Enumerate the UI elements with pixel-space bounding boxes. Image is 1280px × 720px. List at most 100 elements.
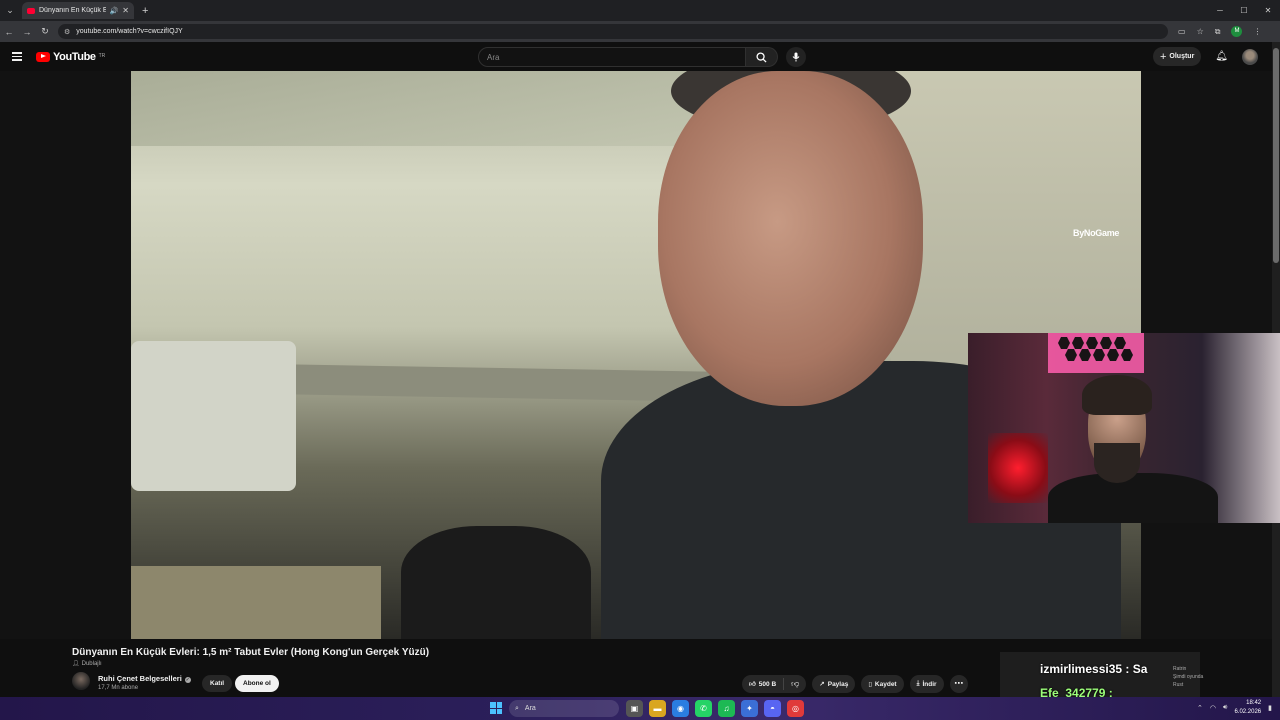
address-url: youtube.com/watch?v=cwczifIQJY — [76, 28, 183, 35]
spotify-icon[interactable]: ♫ — [718, 700, 735, 717]
account-avatar[interactable] — [1242, 48, 1258, 65]
streamer-shirt — [1048, 473, 1218, 523]
stream-watermark: ByNoGame — [1073, 228, 1120, 238]
volume-icon[interactable]: 🔊︎ — [1223, 704, 1227, 712]
system-tray: ⌃ ◠ 🔊︎ 18:42 6.02.2026 ▮ — [1197, 699, 1272, 717]
video-title: Dünyanın En Küçük Evleri: 1,5 m² Tabut E… — [72, 647, 430, 658]
bookmark-star-icon[interactable]: ☆ — [1197, 27, 1204, 36]
dubbed-badge-label: Dublajlı — [81, 660, 102, 667]
scrollbar-thumb[interactable] — [1273, 48, 1279, 263]
chat-message: izmirlimessi35 : Sa — [1040, 662, 1148, 676]
youtube-logo-text: YouTube — [53, 50, 96, 63]
taskbar-apps: ▣ ▬ ◉ ✆ ♫ ✦ ◓ ◎ — [626, 700, 804, 717]
tab-audio-icon[interactable]: 🔊 — [110, 7, 119, 15]
minimize-button[interactable]: ─ — [1208, 0, 1232, 21]
thumbs-down-icon: 👎︎ — [791, 679, 800, 688]
chat-side-line: Ratrin — [1173, 666, 1187, 672]
whatsapp-icon[interactable]: ✆ — [695, 700, 712, 717]
like-button[interactable]: 👍︎ 500 B — [742, 678, 785, 690]
app-icon[interactable]: ◎ — [787, 700, 804, 717]
taskbar-clock[interactable]: 18:42 6.02.2026 — [1234, 699, 1261, 717]
video-actions: 👍︎ 500 B 👎︎ ↗ Paylaş ▯ Kaydet ⤓ İndir ⋯ — [742, 675, 968, 693]
file-explorer-icon[interactable]: ▬ — [649, 700, 666, 717]
taskbar-search[interactable]: ⌕ Ara — [509, 700, 619, 717]
video-frame-dark-bag — [401, 526, 591, 639]
address-bar[interactable]: ⚙ youtube.com/watch?v=cwczifIQJY — [58, 24, 1168, 39]
tab-search-menu-icon[interactable]: ⌄ — [0, 0, 20, 21]
task-view-icon[interactable]: ▣ — [626, 700, 643, 717]
reload-button[interactable]: ↻ — [36, 26, 54, 37]
notifications-bell-icon[interactable]: 🔔︎ — [1215, 51, 1228, 62]
browser-tab-active[interactable]: Dünyanın En Küçük Evleri: 1,5 🔊 ✕ — [22, 2, 134, 19]
site-info-icon[interactable]: ⚙ — [64, 28, 70, 36]
create-label: Oluştur — [1169, 53, 1195, 60]
plus-icon: + — [1159, 50, 1167, 63]
toolbar-actions: ▭ ☆ ⧉ M ⋮ — [1178, 26, 1261, 37]
like-dislike-group: 👍︎ 500 B 👎︎ — [742, 675, 807, 693]
bookmark-icon: ▯ — [868, 681, 872, 688]
discord-icon[interactable]: ◓ — [764, 700, 781, 717]
clock-date: 6.02.2026 — [1234, 709, 1262, 715]
menu-icon[interactable] — [12, 52, 22, 61]
like-count: 500 B — [758, 680, 777, 688]
search-input[interactable] — [478, 47, 746, 67]
extensions-icon[interactable]: ⧉ — [1215, 27, 1221, 37]
save-label: Kaydet — [874, 680, 897, 688]
video-frame-shelf — [131, 566, 381, 639]
streamer-beard — [1094, 443, 1140, 483]
youtube-favicon-icon — [27, 7, 35, 14]
chrome-icon[interactable]: ◉ — [672, 700, 689, 717]
join-button[interactable]: Katıl — [202, 675, 233, 692]
maximize-button[interactable]: ☐ — [1232, 0, 1256, 21]
tray-chevron-icon[interactable]: ⌃ — [1197, 704, 1203, 712]
back-button[interactable]: ← — [0, 27, 18, 37]
streamer-hair — [1082, 375, 1152, 415]
youtube-play-icon — [36, 51, 50, 62]
person-icon: 👤︎ — [72, 661, 80, 667]
thumbs-up-icon: 👍︎ — [749, 681, 756, 688]
cast-icon[interactable]: ▭ — [1178, 27, 1186, 36]
channel-name-row[interactable]: Ruhi Çenet Belgeselleri ✓ — [98, 674, 191, 683]
more-actions-button[interactable]: ⋯ — [949, 675, 968, 693]
streamer-webcam — [968, 333, 1280, 523]
search-icon — [756, 51, 767, 63]
browser-toolbar: ← → ↻ ⚙ youtube.com/watch?v=cwczifIQJY ▭… — [0, 21, 1280, 42]
youtube-header: YouTube TR + Oluştur 🔔︎ — [0, 42, 1272, 71]
taskbar-search-placeholder: Ara — [524, 705, 536, 712]
save-button[interactable]: ▯ Kaydet — [861, 675, 904, 693]
dislike-button[interactable]: 👎︎ — [784, 679, 806, 689]
forward-button[interactable]: → — [18, 27, 36, 37]
red-light-glow — [988, 433, 1048, 503]
tab-close-icon[interactable]: ✕ — [122, 6, 129, 15]
network-icon[interactable]: ◠ — [1210, 704, 1216, 712]
youtube-logo[interactable]: YouTube TR — [36, 51, 105, 63]
hexagon-light-panel — [1048, 333, 1144, 373]
dubbed-badge: 👤︎ Dublajlı — [72, 660, 102, 668]
browser-tab-bar: ⌄ Dünyanın En Küçük Evleri: 1,5 🔊 ✕ + ─ … — [0, 0, 1280, 21]
chat-side-info: Ratrin Şimdi oyunda Rust — [1173, 665, 1203, 689]
tab-title: Dünyanın En Küçük Evleri: 1,5 — [39, 7, 106, 14]
download-button[interactable]: ⤓ İndir — [909, 675, 944, 693]
verified-check-icon: ✓ — [184, 677, 191, 683]
microphone-icon — [792, 52, 800, 62]
new-tab-button[interactable]: + — [142, 5, 148, 17]
voice-search-button[interactable] — [786, 47, 806, 67]
close-window-button[interactable]: ✕ — [1256, 0, 1280, 21]
subscribe-button[interactable]: Abone ol — [235, 675, 279, 692]
profile-avatar[interactable]: M — [1231, 26, 1243, 37]
browser-menu-icon[interactable]: ⋮ — [1253, 27, 1261, 36]
share-button[interactable]: ↗ Paylaş — [812, 675, 856, 693]
download-icon: ⤓ — [916, 680, 920, 687]
share-label: Paylaş — [827, 680, 849, 688]
channel-avatar[interactable] — [72, 672, 90, 690]
notifications-icon[interactable]: ▮ — [1268, 704, 1272, 712]
subscriber-count: 17,7 Mn abone — [98, 685, 139, 691]
channel-name[interactable]: Ruhi Çenet Belgeselleri — [98, 674, 182, 683]
window-controls: ─ ☐ ✕ — [1208, 0, 1280, 21]
search-button[interactable] — [746, 47, 778, 67]
create-button[interactable]: + Oluştur — [1152, 47, 1202, 66]
video-frame-bag — [131, 341, 296, 491]
app-icon[interactable]: ✦ — [741, 700, 758, 717]
video-frame-head — [658, 71, 923, 406]
windows-start-icon[interactable] — [490, 702, 502, 714]
